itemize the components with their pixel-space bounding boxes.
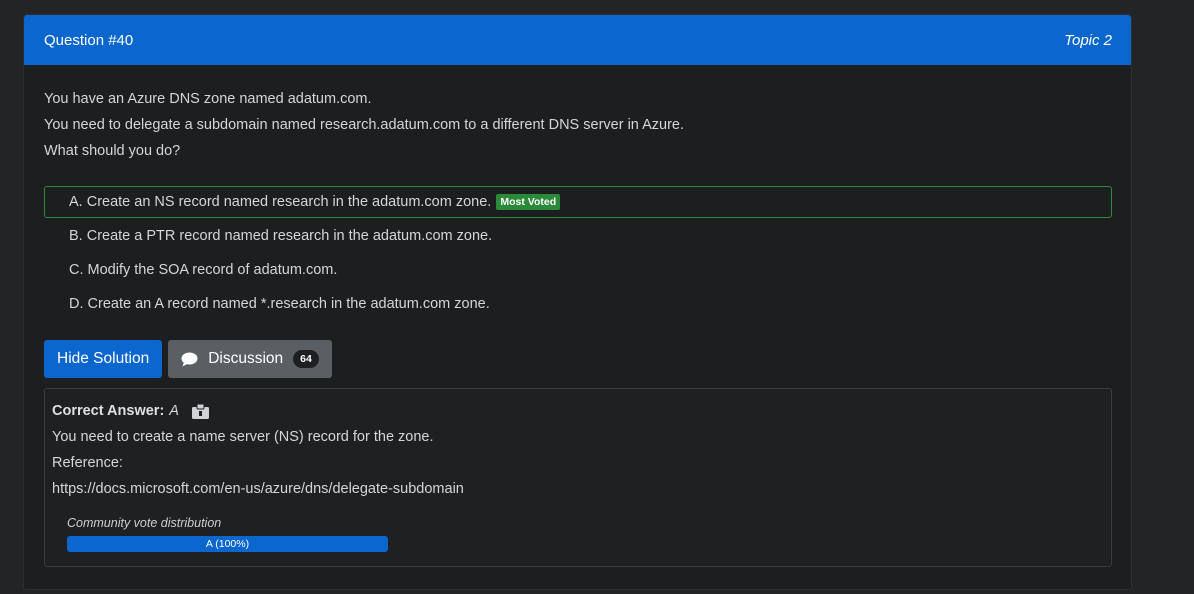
question-number: Question #40 xyxy=(44,31,134,49)
question-line: What should you do? xyxy=(44,143,181,159)
correct-answer-value: A xyxy=(169,403,179,419)
question-text: You have an Azure DNS zone named adatum.… xyxy=(44,86,1111,164)
choice-text: C. Modify the SOA record of adatum.com. xyxy=(69,262,338,278)
most-voted-badge: Most Voted xyxy=(496,194,561,210)
choice-a[interactable]: A. Create an NS record named research in… xyxy=(44,186,1112,218)
choice-text: B. Create a PTR record named research in… xyxy=(69,228,493,244)
discussion-button[interactable]: Discussion 64 xyxy=(168,340,332,378)
vote-bar: A (100%) xyxy=(67,536,388,552)
reference-label: Reference: xyxy=(52,455,123,471)
choice-c[interactable]: C. Modify the SOA record of adatum.com. xyxy=(44,254,1112,286)
choice-text: A. Create an NS record named research in… xyxy=(69,194,492,210)
hide-solution-button[interactable]: Hide Solution xyxy=(44,340,163,378)
question-line: You need to delegate a subdomain named r… xyxy=(44,117,684,133)
vote-distribution: Community vote distribution A (100%) xyxy=(52,515,1104,552)
vote-distribution-title: Community vote distribution xyxy=(67,516,222,530)
question-line: You have an Azure DNS zone named adatum.… xyxy=(44,91,372,107)
discussion-count-badge: 64 xyxy=(293,350,319,368)
choices-list: A. Create an NS record named research in… xyxy=(44,186,1112,320)
choice-b[interactable]: B. Create a PTR record named research in… xyxy=(44,220,1112,252)
discussion-label: Discussion xyxy=(208,350,284,367)
chat-bubble-icon xyxy=(181,352,198,367)
answer-panel: Correct Answer: A You need to create a n… xyxy=(44,388,1112,567)
correct-answer-line: Correct Answer: A xyxy=(52,398,1104,424)
question-body: You have an Azure DNS zone named adatum.… xyxy=(24,65,1131,567)
vote-bar-fill-a: A (100%) xyxy=(67,536,388,552)
question-header: Question #40 Topic 2 xyxy=(24,15,1131,65)
topic-label: Topic 2 xyxy=(1064,31,1112,49)
answer-explanation: You need to create a name server (NS) re… xyxy=(52,429,434,445)
reference-link[interactable]: https://docs.microsoft.com/en-us/azure/d… xyxy=(52,476,1104,502)
question-card: Question #40 Topic 2 You have an Azure D… xyxy=(23,14,1132,590)
clipboard-icon[interactable] xyxy=(191,403,210,420)
hide-solution-label: Hide Solution xyxy=(57,350,150,367)
correct-answer-label: Correct Answer: xyxy=(52,403,165,419)
action-buttons: Hide Solution Discussion 64 xyxy=(44,340,1111,378)
choice-text: D. Create an A record named *.research i… xyxy=(69,296,490,312)
choice-d[interactable]: D. Create an A record named *.research i… xyxy=(44,288,1112,320)
